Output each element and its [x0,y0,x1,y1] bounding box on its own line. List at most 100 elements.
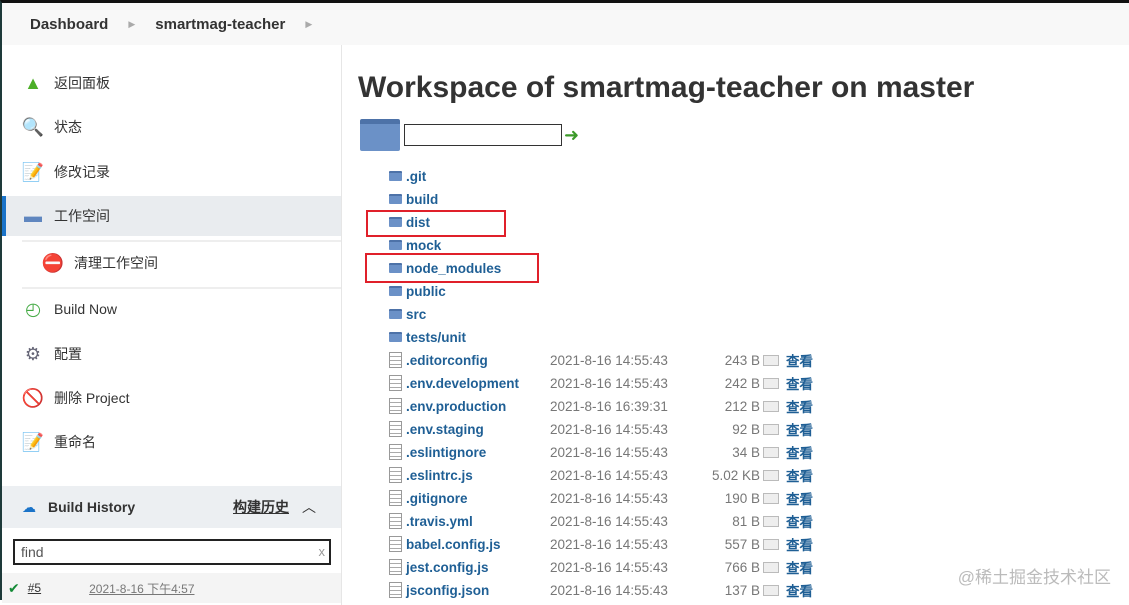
view-link[interactable]: 查看 [786,373,813,393]
folder-link[interactable]: tests/unit [406,330,466,345]
view-file-icon[interactable] [763,424,779,435]
folder-link[interactable]: mock [406,238,441,253]
view-link[interactable]: 查看 [786,419,813,439]
file-link[interactable]: .env.staging [406,422,484,437]
sidebar-item-2[interactable]: 📝 修改记录 [2,152,341,192]
file-size: 242 B [724,375,760,391]
folder-icon [389,332,402,342]
folder-icon [360,119,400,151]
file-date: 2021-8-16 14:55:43 [550,513,668,529]
file-icon [389,398,402,414]
view-file-icon[interactable] [763,378,779,389]
file-date: 2021-8-16 14:55:43 [550,444,668,460]
view-link[interactable]: 查看 [786,580,813,600]
go-arrow-icon[interactable]: ➜ [564,125,579,146]
folder-link[interactable]: src [406,307,426,322]
file-link[interactable]: jsconfig.json [406,583,489,598]
view-file-icon[interactable] [763,562,779,573]
view-link[interactable]: 查看 [786,350,813,370]
file-size: 34 B [732,444,760,460]
sidebar-item-4[interactable]: ⛔ 清理工作空间 [2,243,341,283]
folder-row: build [389,188,438,210]
build-row: ✔ #5 2021-8-16 下午4:57 [2,573,341,603]
view-link[interactable]: 查看 [786,534,813,554]
sidebar-item-8[interactable]: 📝 重命名 [2,422,341,462]
file-date: 2021-8-16 14:55:43 [550,490,668,506]
view-link[interactable]: 查看 [786,396,813,416]
file-icon [389,536,402,552]
folder-row: src [389,303,426,325]
view-file-icon[interactable] [763,516,779,527]
file-date: 2021-8-16 14:55:43 [550,467,668,483]
file-link[interactable]: .travis.yml [406,514,473,529]
up-arrow-icon: ▲ [24,72,42,93]
file-date: 2021-8-16 14:55:43 [550,559,668,575]
file-date: 2021-8-16 14:55:43 [550,582,668,598]
breadcrumb-project[interactable]: smartmag-teacher [155,16,285,33]
build-history-link[interactable]: 构建历史 [233,497,289,517]
build-history-header: ☁ Build History 构建历史 ︿ [2,486,341,528]
chevron-right-icon[interactable]: ▶ [305,19,312,30]
path-input[interactable] [404,124,562,146]
file-link[interactable]: .eslintrc.js [406,468,473,483]
build-number-link[interactable]: #5 [28,581,41,595]
file-link[interactable]: .env.development [406,376,519,391]
view-file-icon[interactable] [763,470,779,481]
build-time-link[interactable]: 2021-8-16 下午4:57 [89,580,194,597]
file-size: 5.02 KB [711,467,760,483]
view-file-icon[interactable] [763,355,779,366]
sidebar-item-label: 返回面板 [54,75,110,91]
chevron-up-icon[interactable]: ︿ [302,497,316,517]
file-size: 92 B [732,421,760,437]
view-file-icon[interactable] [763,401,779,412]
view-link[interactable]: 查看 [786,511,813,531]
file-link[interactable]: jest.config.js [406,560,489,575]
view-link[interactable]: 查看 [786,442,813,462]
sidebar-item-5[interactable]: ◴ Build Now [2,289,341,329]
file-link[interactable]: .env.production [406,399,506,414]
file-row: .env.staging 2021-8-16 14:55:43 92 B 查看 [389,418,813,440]
file-date: 2021-8-16 14:55:43 [550,375,668,391]
divider [22,240,341,242]
file-row: jsconfig.json 2021-8-16 14:55:43 137 B 查看 [389,579,813,601]
folder-link[interactable]: build [406,192,438,207]
view-link[interactable]: 查看 [786,488,813,508]
sidebar-item-3[interactable]: ▬ 工作空间 [2,196,341,236]
file-row: .editorconfig 2021-8-16 14:55:43 243 B 查看 [389,349,813,371]
sidebar-item-label: 清理工作空间 [74,255,158,271]
folder-link[interactable]: public [406,284,446,299]
gear-icon: ⚙ [24,343,42,364]
folder-icon [389,194,402,204]
file-link[interactable]: .gitignore [406,491,468,506]
file-date: 2021-8-16 14:55:43 [550,421,668,437]
file-date: 2021-8-16 14:55:43 [550,536,668,552]
view-link[interactable]: 查看 [786,557,813,577]
success-icon: ✔ [8,579,20,596]
sidebar-item-label: 删除 Project [54,390,130,406]
view-file-icon[interactable] [763,447,779,458]
view-link[interactable]: 查看 [786,465,813,485]
folder-link[interactable]: .git [406,169,426,184]
sidebar-item-1[interactable]: 🔍 状态 [2,107,341,147]
file-date: 2021-8-16 16:39:31 [550,398,668,414]
clear-icon[interactable]: x [319,544,326,559]
file-link[interactable]: .editorconfig [406,353,488,368]
view-file-icon[interactable] [763,585,779,596]
view-file-icon[interactable] [763,493,779,504]
find-placeholder: find [21,544,44,560]
file-link[interactable]: babel.config.js [406,537,501,552]
find-input[interactable]: find x [13,539,331,565]
breadcrumb-dashboard[interactable]: Dashboard [30,16,108,33]
sidebar-item-7[interactable]: 🚫 删除 Project [2,378,341,418]
sidebar-item-label: 状态 [54,119,82,135]
sidebar-item-0[interactable]: ▲ 返回面板 [2,63,341,103]
file-icon [389,467,402,483]
sidebar-item-6[interactable]: ⚙ 配置 [2,334,341,374]
sidebar-item-label: 工作空间 [54,208,110,224]
view-file-icon[interactable] [763,539,779,550]
chevron-right-icon[interactable]: ▶ [128,19,135,30]
file-icon [389,421,402,437]
watermark: @稀土掘金技术社区 [957,568,1111,587]
file-link[interactable]: .eslintignore [406,445,486,460]
folder-delete-icon: ⛔ [41,252,65,273]
